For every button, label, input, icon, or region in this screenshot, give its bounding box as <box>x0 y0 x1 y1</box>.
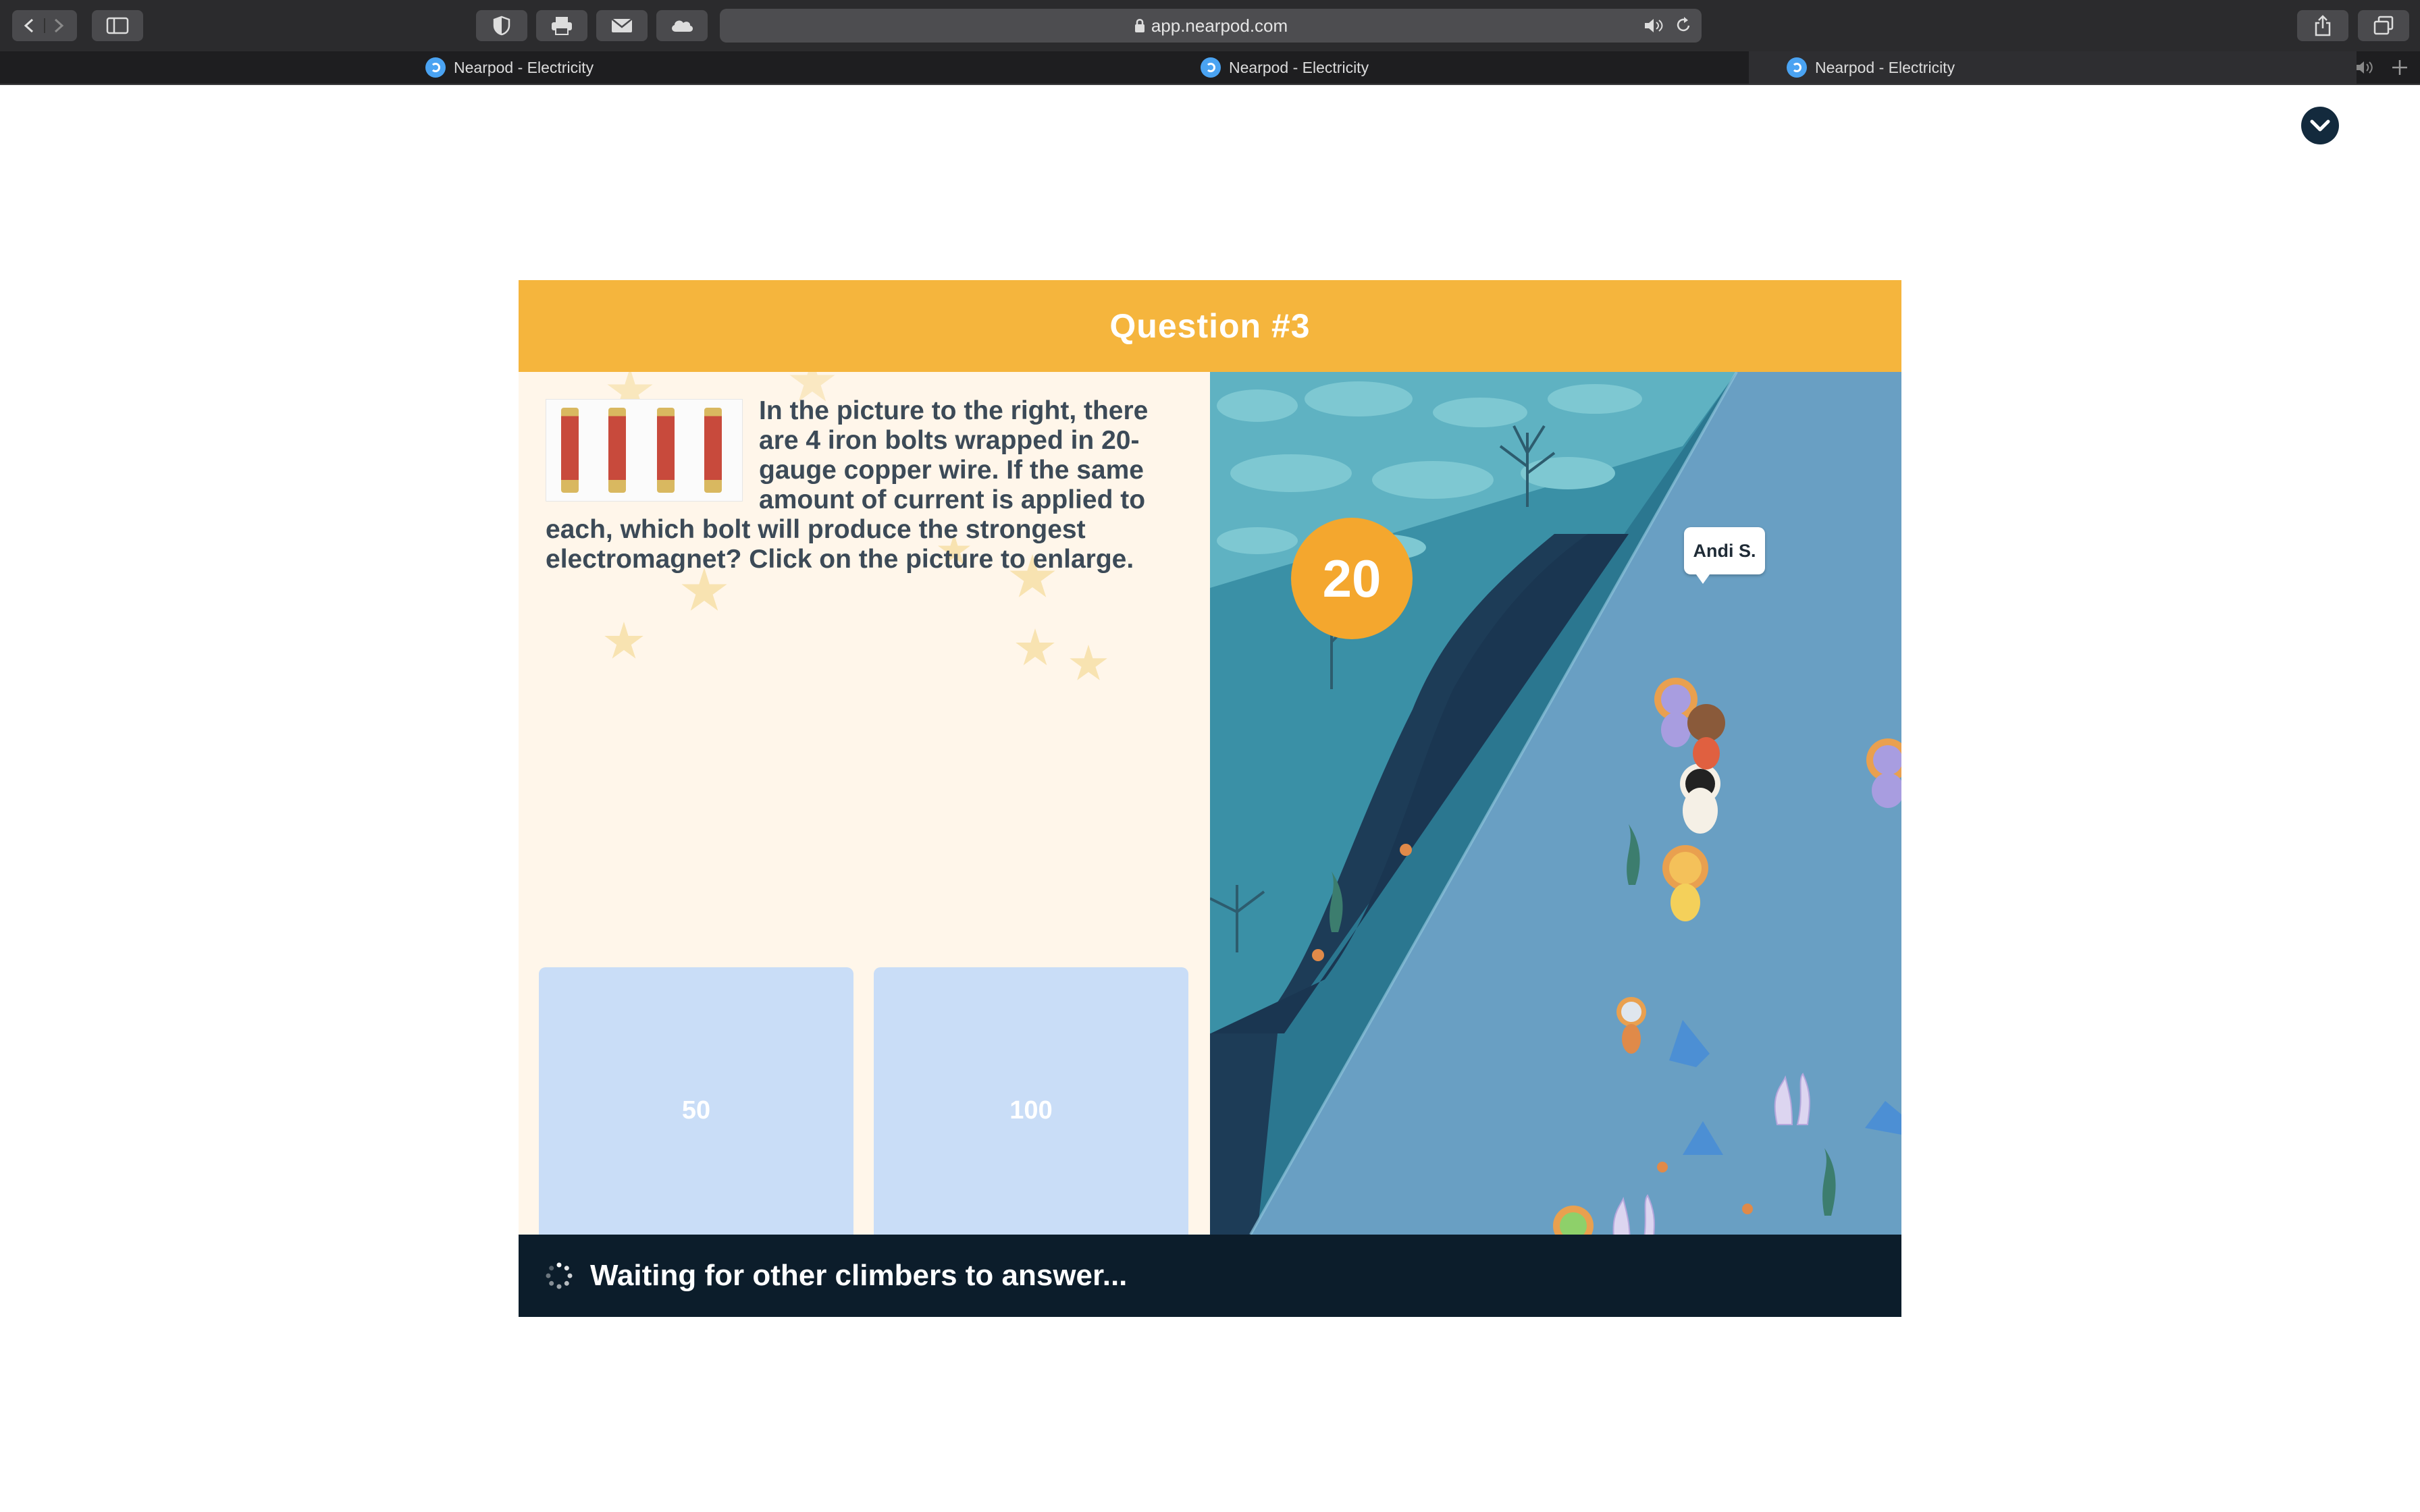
bolt-image <box>561 408 579 493</box>
collapse-button[interactable] <box>2301 107 2339 144</box>
star-decoration <box>1016 628 1055 666</box>
countdown-timer: 20 <box>1291 518 1413 639</box>
tab-2[interactable]: Nearpod - Electricity <box>1201 51 1369 84</box>
mail-button[interactable] <box>596 10 648 41</box>
star-decoration <box>604 622 643 659</box>
time-to-climb-activity: Question #3 In the picture to the right,… <box>519 280 1901 1317</box>
question-header: Question #3 <box>519 280 1901 372</box>
privacy-button[interactable] <box>476 10 527 41</box>
tab-overview-button[interactable] <box>2358 10 2409 41</box>
answer-label: 50 <box>681 1096 711 1125</box>
star-decoration <box>1070 645 1107 680</box>
reload-icon[interactable] <box>1675 16 1692 35</box>
sidebar-icon <box>106 17 129 34</box>
tab-label: Nearpod - Electricity <box>1229 58 1369 76</box>
underwater-scene-illustration <box>1210 372 1901 1235</box>
share-button[interactable] <box>2297 10 2348 41</box>
sidebar-toggle-button[interactable] <box>92 10 143 41</box>
address-bar[interactable]: app.nearpod.com <box>720 9 1702 43</box>
new-tab-icon[interactable] <box>2390 58 2409 77</box>
star-decoration <box>681 568 727 611</box>
bolt-image <box>704 408 722 493</box>
browser-toolbar: app.nearpod.com <box>0 0 2420 51</box>
lock-icon <box>1134 19 1145 32</box>
player-name-bubble: Andi S. <box>1684 527 1765 584</box>
tab-1[interactable]: Nearpod - Electricity <box>425 51 594 84</box>
tab-3[interactable]: Nearpod - Electricity <box>1787 51 1955 84</box>
loading-spinner-icon <box>546 1262 573 1289</box>
nearpod-favicon-icon <box>425 57 446 78</box>
tab-label: Nearpod - Electricity <box>454 58 594 76</box>
question-panel: In the picture to the right, there are 4… <box>519 372 1210 1235</box>
chevron-down-icon <box>2310 119 2330 132</box>
answer-option-50[interactable]: 50 <box>539 967 853 1235</box>
nearpod-favicon-icon <box>1201 57 1221 78</box>
print-button[interactable] <box>536 10 587 41</box>
back-forward-icon <box>24 18 64 33</box>
climb-scene: 20 Andi S. <box>1210 372 1901 1235</box>
answer-label: 100 <box>1009 1096 1053 1125</box>
share-icon <box>2315 15 2331 36</box>
icloud-button[interactable] <box>656 10 708 41</box>
url-text: app.nearpod.com <box>1151 15 1288 36</box>
tab-label: Nearpod - Electricity <box>1815 58 1955 76</box>
back-forward-buttons[interactable] <box>12 10 77 41</box>
cloud-icon <box>672 20 693 32</box>
waiting-status-text: Waiting for other climbers to answer... <box>590 1259 1128 1292</box>
shield-icon <box>493 16 510 36</box>
question-text-block: In the picture to the right, there are 4… <box>546 396 1153 574</box>
tab-audio-icon[interactable] <box>2355 59 2378 76</box>
answer-option-100[interactable]: 100 <box>874 967 1188 1235</box>
bolts-picture[interactable] <box>546 399 743 502</box>
speaker-icon[interactable] <box>1643 17 1668 34</box>
printer-icon <box>552 17 572 35</box>
nearpod-favicon-icon <box>1787 57 1807 78</box>
mail-icon <box>611 18 633 32</box>
tabs-icon <box>2373 16 2394 35</box>
bolt-image <box>608 408 626 493</box>
bolt-image <box>657 408 675 493</box>
status-bar: Waiting for other climbers to answer... <box>519 1235 1901 1317</box>
